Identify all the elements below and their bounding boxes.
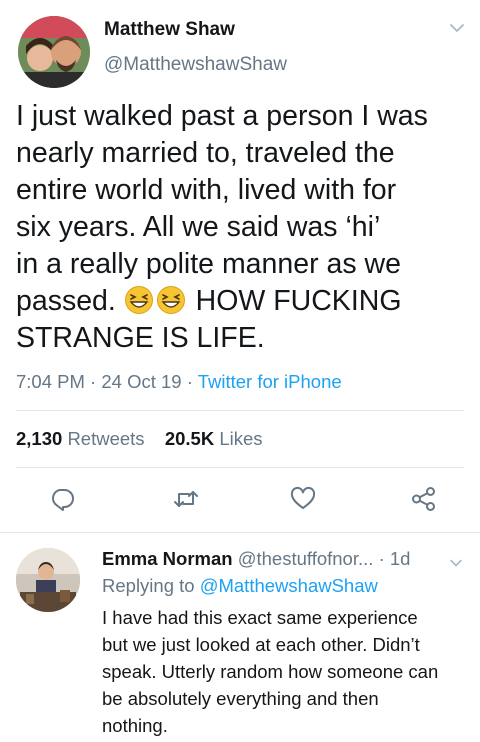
author-avatar[interactable]	[18, 16, 90, 88]
replying-to: Replying to @MatthewshawShaw	[102, 575, 378, 597]
tweet-text-line-with-emoji: passed. HOW FUCKING	[16, 283, 466, 320]
meta-separator: ·	[90, 371, 97, 392]
reply-author-avatar[interactable]	[16, 548, 80, 612]
reply-text-line: but we just looked at each other. Didn’t	[102, 634, 420, 655]
tweet-text-fragment: HOW FUCKING	[195, 285, 402, 317]
divider	[16, 467, 464, 468]
meta-separator: ·	[378, 548, 385, 569]
tweet-metadata: 7:04 PM · 24 Oct 19 · Twitter for iPhone	[16, 371, 342, 393]
tweet-text-line: STRANGE IS LIFE.	[16, 322, 265, 354]
avatar-photo-icon	[18, 16, 90, 88]
retweets-stat[interactable]: 2,130 Retweets	[16, 428, 145, 449]
author-handle[interactable]: @MatthewshawShaw	[104, 54, 287, 76]
tweet-text-line: entire world with, lived with for	[16, 174, 397, 206]
reply-text-line: be absolutely everything and then	[102, 688, 379, 709]
tweet-text-fragment: passed.	[16, 285, 116, 317]
share-icon	[412, 487, 435, 511]
chevron-down-icon[interactable]	[449, 556, 463, 570]
reply-text-line: I have had this exact same experience	[102, 607, 418, 628]
tweet-text-line: six years. All we said was ‘hi’	[16, 211, 381, 243]
author-name[interactable]: Matthew Shaw	[104, 19, 235, 41]
retweet-icon	[174, 491, 198, 507]
tweet-date[interactable]: 24 Oct 19	[101, 371, 181, 392]
grinning-squinting-face-icon	[124, 286, 153, 314]
grinning-squinting-face-icon	[156, 286, 185, 314]
likes-label: Likes	[219, 428, 263, 449]
divider	[0, 532, 480, 533]
tweet-stats: 2,130 Retweets 20.5K Likes	[16, 428, 263, 450]
retweet-button[interactable]	[173, 486, 199, 512]
tweet-text: I just walked past a person I was nearly…	[16, 98, 466, 357]
replying-to-label: Replying to	[102, 575, 195, 596]
tweet-text-line: nearly married to, traveled the	[16, 137, 395, 169]
avatar-photo-icon	[16, 548, 80, 612]
reply-time[interactable]: 1d	[390, 548, 411, 569]
tweet-header: Matthew Shaw @MatthewshawShaw	[0, 0, 480, 90]
heart-icon	[290, 486, 316, 509]
reply-text-line: speak. Utterly random how someone can	[102, 661, 439, 682]
reply-button[interactable]	[49, 486, 75, 512]
chevron-down-icon[interactable]	[449, 20, 465, 36]
tweet-text-line: I just walked past a person I was	[16, 100, 428, 132]
tweet-text-line: in a really polite manner as we	[16, 248, 401, 280]
like-button[interactable]	[290, 486, 316, 512]
retweets-label: Retweets	[67, 428, 145, 449]
likes-count: 20.5K	[164, 428, 215, 449]
reply-text: I have had this exact same experience bu…	[102, 604, 472, 739]
reply-header: Emma Norman @thestuffofnor... · 1d	[102, 548, 410, 570]
retweets-count: 2,130	[16, 428, 63, 449]
reply-text-line: nothing.	[102, 715, 168, 736]
tweet-source-link[interactable]: Twitter for iPhone	[198, 371, 342, 392]
divider	[16, 410, 464, 411]
reply-author-name[interactable]: Emma Norman	[102, 548, 233, 569]
replying-to-handle-link[interactable]: @MatthewshawShaw	[200, 575, 378, 596]
meta-separator: ·	[186, 371, 193, 392]
likes-stat[interactable]: 20.5K Likes	[165, 428, 263, 449]
reply-tweet[interactable]: Emma Norman @thestuffofnor... · 1d Reply…	[0, 534, 480, 742]
reply-author-handle[interactable]: @thestuffofnor...	[238, 548, 374, 569]
tweet-time: 7:04 PM	[16, 371, 85, 392]
tweet-action-bar	[0, 486, 480, 516]
share-button[interactable]	[411, 486, 437, 512]
reply-icon	[51, 489, 74, 511]
